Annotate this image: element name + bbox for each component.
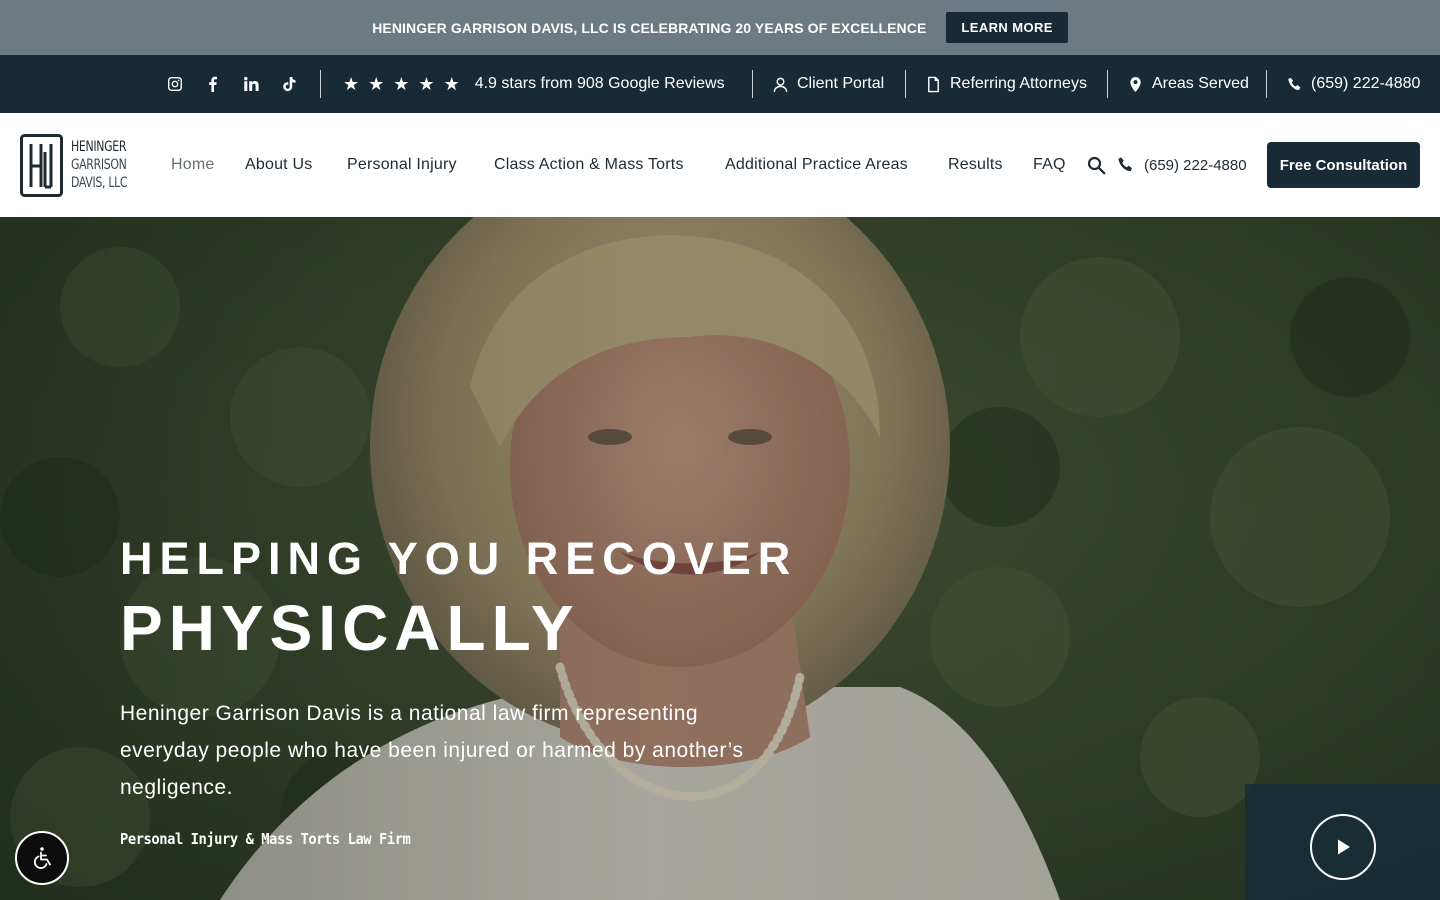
star-icon: ★ <box>368 74 385 94</box>
logo-wordmark: HENINGER GARRISON DAVIS, LLC <box>71 139 128 191</box>
firm-logo[interactable]: HENINGER GARRISON DAVIS, LLC <box>20 133 143 197</box>
utility-phone-link[interactable]: (659) 222-4880 <box>1287 55 1420 113</box>
utility-divider <box>752 70 753 98</box>
hero-description: Heninger Garrison Davis is a national la… <box>120 702 744 799</box>
free-consultation-button[interactable]: Free Consultation <box>1267 142 1420 188</box>
accessibility-icon <box>34 847 51 869</box>
facebook-icon[interactable] <box>205 76 221 92</box>
hero-tagline: Personal Injury & Mass Torts Law Firm <box>120 830 411 848</box>
nav-about-us[interactable]: About Us <box>245 113 312 217</box>
document-icon <box>924 75 942 93</box>
google-rating[interactable]: ★ ★ ★ ★ ★ 4.9 stars from 908 Google Revi… <box>343 55 725 113</box>
user-icon <box>771 75 789 93</box>
search-icon[interactable] <box>1087 156 1106 175</box>
nav-results[interactable]: Results <box>948 113 1003 217</box>
announcement-text: HENINGER GARRISON DAVIS, LLC IS CELEBRAT… <box>372 19 927 36</box>
play-video-button[interactable] <box>1310 814 1376 880</box>
areas-served-link[interactable]: Areas Served <box>1126 55 1249 113</box>
phone-icon <box>1287 75 1303 93</box>
utility-divider <box>320 70 321 98</box>
phone-icon <box>1117 156 1135 174</box>
header-phone-link[interactable]: (659) 222-4880 <box>1117 113 1247 217</box>
utility-bar: ★ ★ ★ ★ ★ 4.9 stars from 908 Google Revi… <box>0 55 1440 113</box>
instagram-icon[interactable] <box>167 76 183 92</box>
referring-attorneys-label: Referring Attorneys <box>950 75 1087 92</box>
utility-divider <box>1266 70 1267 98</box>
header-phone-number: (659) 222-4880 <box>1144 156 1247 174</box>
social-links <box>167 55 297 113</box>
nav-home[interactable]: Home <box>171 113 214 217</box>
nav-additional-practice-areas[interactable]: Additional Practice Areas <box>725 113 908 217</box>
star-icon: ★ <box>418 74 435 94</box>
main-header: HENINGER GARRISON DAVIS, LLC Home About … <box>0 113 1440 217</box>
linkedin-icon[interactable] <box>243 76 259 92</box>
referring-attorneys-link[interactable]: Referring Attorneys <box>924 55 1087 113</box>
nav-personal-injury[interactable]: Personal Injury <box>347 113 457 217</box>
star-icon: ★ <box>343 74 360 94</box>
utility-phone-number: (659) 222-4880 <box>1311 75 1421 92</box>
client-portal-label: Client Portal <box>797 75 885 92</box>
star-icon: ★ <box>393 74 410 94</box>
hero-headline-line1: HELPING YOU RECOVER <box>120 533 798 584</box>
nav-class-action-mass-torts[interactable]: Class Action & Mass Torts <box>494 113 684 217</box>
hero-headline-line2: PHYSICALLY <box>120 592 580 664</box>
nav-faq[interactable]: FAQ <box>1033 113 1066 217</box>
tiktok-icon[interactable] <box>281 76 297 92</box>
logo-mark-icon <box>20 133 63 197</box>
play-icon <box>1338 839 1350 855</box>
star-icon: ★ <box>443 74 460 94</box>
rating-text: 4.9 stars from 908 Google Reviews <box>474 75 725 92</box>
announcement-bar: HENINGER GARRISON DAVIS, LLC IS CELEBRAT… <box>0 0 1440 55</box>
accessibility-button[interactable] <box>15 831 69 885</box>
learn-more-button[interactable]: LEARN MORE <box>946 12 1068 43</box>
hero-section: HELPING YOU RECOVER PHYSICALLY Heninger … <box>0 217 1440 900</box>
client-portal-link[interactable]: Client Portal <box>771 55 884 113</box>
utility-divider <box>1107 70 1108 98</box>
utility-divider <box>905 70 906 98</box>
map-pin-icon <box>1126 75 1144 93</box>
areas-served-label: Areas Served <box>1152 75 1249 92</box>
